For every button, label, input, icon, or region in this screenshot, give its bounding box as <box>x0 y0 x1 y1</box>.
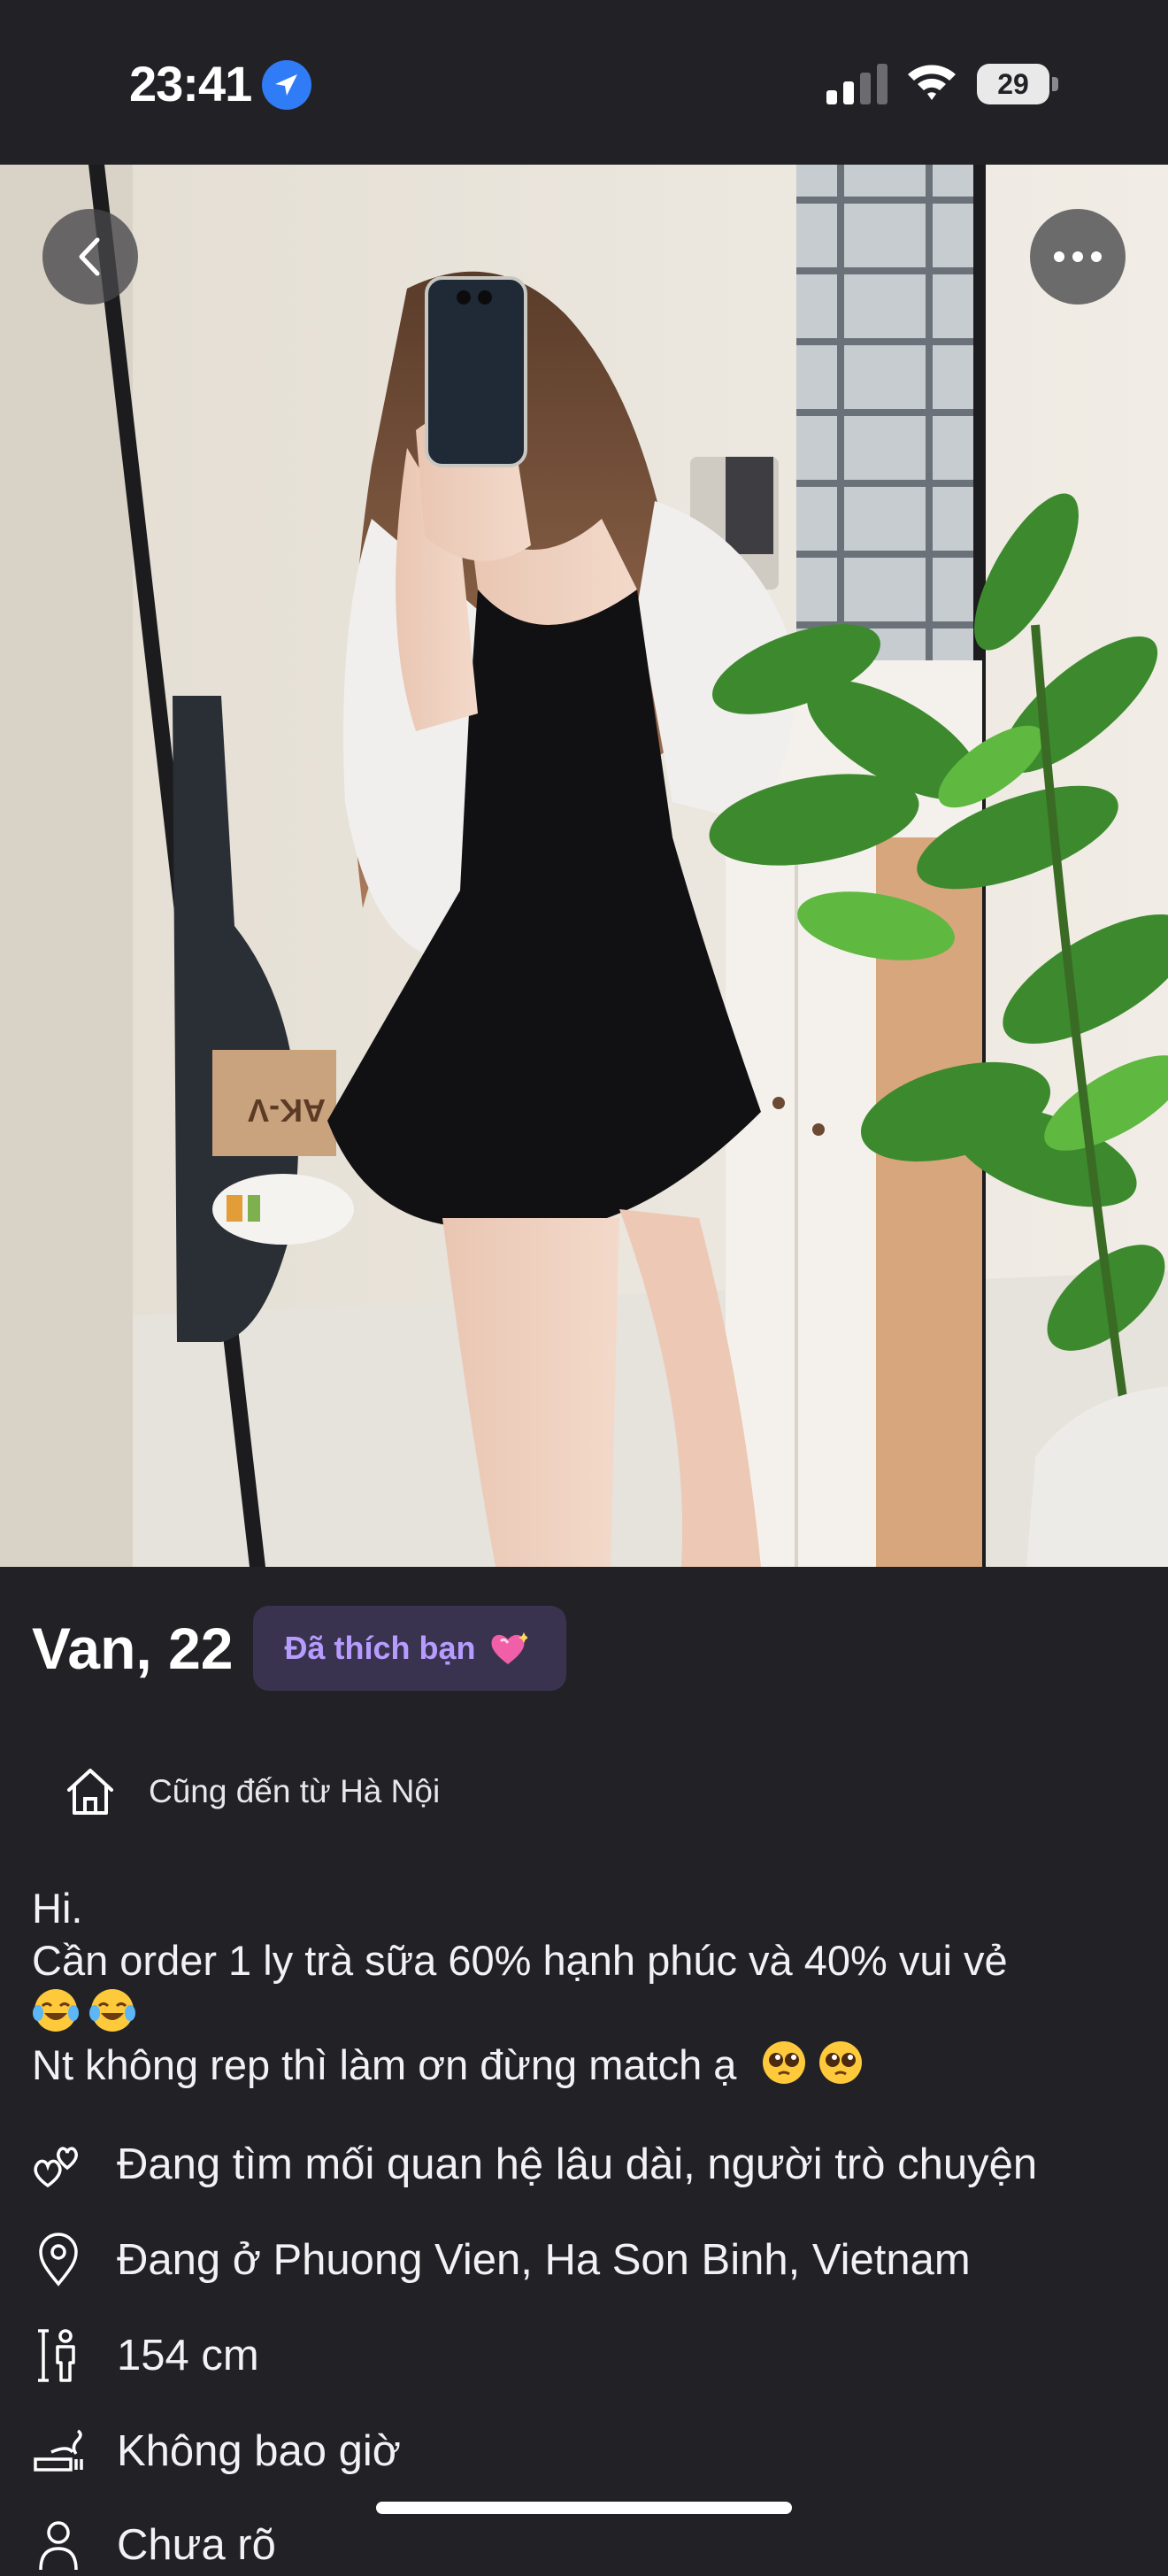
more-options-button[interactable] <box>1030 209 1126 305</box>
box-label: AK-V <box>248 1092 326 1129</box>
location-text: Đang ở Phuong Vien, Ha Son Binh, Vietnam <box>117 2236 971 2284</box>
status-time: 23:41 <box>129 56 252 112</box>
smoking-icon <box>32 2423 85 2480</box>
relationship-goal-row: Đang tìm mối quan hệ lâu dài, người trò … <box>32 2133 1037 2195</box>
extra-text: Chưa rõ <box>117 2521 276 2569</box>
cellular-signal-icon <box>826 64 888 104</box>
chevron-left-icon <box>79 237 100 276</box>
location-row: Đang ở Phuong Vien, Ha Son Binh, Vietnam <box>32 2229 971 2291</box>
height-text: 154 cm <box>117 2332 259 2379</box>
name-row: Van, 22 Đã thích bạn <box>32 1604 566 1693</box>
photo-illustration: AK-V <box>0 165 1168 1567</box>
extra-row: Chưa rõ <box>32 2514 276 2576</box>
battery-percentage: 29 <box>997 68 1029 100</box>
back-button[interactable] <box>42 209 138 305</box>
profile-details: Van, 22 Đã thích bạn Cũng đến từ Hà Nội … <box>0 1567 1168 2571</box>
pleading-face-emoji-icon <box>763 2041 806 2084</box>
height-row: 154 cm <box>32 2325 259 2387</box>
location-pin-icon <box>32 2232 85 2288</box>
smoking-text: Không bao giờ <box>117 2427 401 2475</box>
liked-you-label: Đã thích bạn <box>284 1630 476 1666</box>
hearts-icon <box>32 2136 85 2193</box>
hometown-row: Cũng đến từ Hà Nội <box>62 1763 440 1820</box>
bio-line: Hi. <box>32 1885 83 1932</box>
more-horizontal-icon <box>1054 251 1102 262</box>
status-bar: 23:41 29 <box>0 0 1168 165</box>
home-indicator[interactable] <box>376 2502 792 2514</box>
bio-line: Nt không rep thì làm ơn đừng match ạ <box>32 2041 737 2088</box>
name-age: Van, 22 <box>32 1616 234 1681</box>
liked-you-badge: Đã thích bạn <box>252 1606 566 1691</box>
bio-line-with-emoji: Nt không rep thì làm ơn đừng match ạ <box>32 2039 1138 2091</box>
person-icon <box>32 2517 85 2573</box>
tears-of-joy-emoji-icon <box>33 1989 79 2032</box>
battery-icon: 29 <box>977 64 1058 104</box>
sparkling-heart-icon <box>491 1632 527 1664</box>
smoking-row: Không bao giờ <box>32 2420 401 2482</box>
location-arrow-icon <box>262 60 311 110</box>
bio-emoji-line <box>32 1986 1138 2039</box>
hometown-text: Cũng đến từ Hà Nội <box>149 1773 441 1809</box>
height-icon <box>32 2327 85 2384</box>
home-icon <box>67 1769 113 1815</box>
wifi-icon <box>908 65 956 100</box>
bio-line: Cần order 1 ly trà sữa 60% hạnh phúc và … <box>32 1937 1008 1984</box>
relationship-goal-text: Đang tìm mối quan hệ lâu dài, người trò … <box>117 2140 1038 2188</box>
bio-text: Hi. Cần order 1 ly trà sữa 60% hạnh phúc… <box>32 1882 1138 2091</box>
tears-of-joy-emoji-icon <box>89 1989 135 2032</box>
pleading-face-emoji-icon <box>819 2041 863 2084</box>
profile-photo[interactable]: AK-V <box>0 165 1168 1567</box>
